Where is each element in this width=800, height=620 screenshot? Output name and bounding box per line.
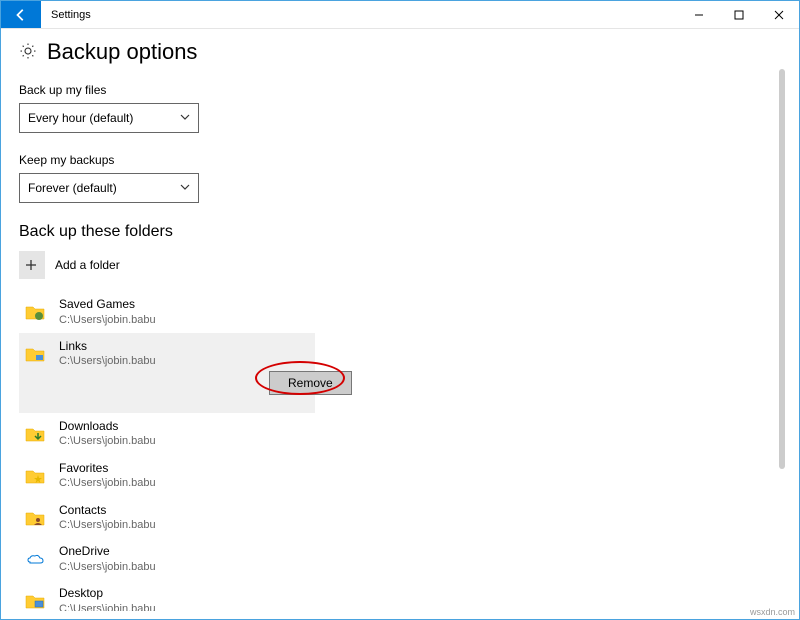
keep-backups-group: Keep my backups Forever (default)	[19, 153, 787, 203]
folder-icon	[23, 422, 47, 446]
folder-text: FavoritesC:\Users\jobin.babu	[59, 461, 156, 491]
chevron-down-icon	[180, 111, 190, 125]
gear-icon	[19, 42, 37, 63]
keep-backups-label: Keep my backups	[19, 153, 787, 167]
page-header: Backup options	[19, 39, 787, 65]
minimize-button[interactable]	[679, 1, 719, 28]
folder-path: C:\Users\jobin.babu	[59, 313, 156, 327]
folder-path: C:\Users\jobin.babu	[59, 434, 156, 448]
folder-list: Saved GamesC:\Users\jobin.babuLinksC:\Us…	[19, 291, 787, 611]
maximize-button[interactable]	[719, 1, 759, 28]
add-folder-button[interactable]	[19, 251, 45, 279]
add-folder-label: Add a folder	[55, 258, 120, 272]
folder-item[interactable]: DesktopC:\Users\jobin.babu	[19, 580, 315, 611]
folder-text: LinksC:\Users\jobin.babu	[59, 339, 156, 369]
folders-section-title: Back up these folders	[19, 223, 787, 241]
folder-text: OneDriveC:\Users\jobin.babu	[59, 544, 156, 574]
folder-text: Saved GamesC:\Users\jobin.babu	[59, 297, 156, 327]
folder-icon	[23, 464, 47, 488]
folder-path: C:\Users\jobin.babu	[59, 518, 156, 532]
scrollbar[interactable]	[779, 69, 785, 469]
folder-name: OneDrive	[59, 544, 156, 560]
folder-name: Contacts	[59, 503, 156, 519]
folder-icon	[23, 506, 47, 530]
folder-name: Desktop	[59, 586, 156, 602]
content-area: Backup options Back up my files Every ho…	[19, 39, 787, 611]
folder-path: C:\Users\jobin.babu	[59, 476, 156, 490]
folder-path: C:\Users\jobin.babu	[59, 354, 156, 368]
folder-item[interactable]: Saved GamesC:\Users\jobin.babu	[19, 291, 315, 333]
backup-frequency-value: Every hour (default)	[28, 111, 133, 125]
folder-item[interactable]: DownloadsC:\Users\jobin.babu	[19, 413, 315, 455]
folder-item[interactable]: ContactsC:\Users\jobin.babu	[19, 497, 315, 539]
keep-backups-dropdown[interactable]: Forever (default)	[19, 173, 199, 203]
titlebar: Settings	[1, 1, 799, 29]
folder-icon	[23, 547, 47, 571]
back-arrow-icon	[14, 8, 28, 22]
plus-icon	[24, 258, 38, 272]
window-controls	[679, 1, 799, 28]
page-title: Backup options	[47, 39, 197, 65]
folder-name: Downloads	[59, 419, 156, 435]
folder-item[interactable]: LinksC:\Users\jobin.babuRemove	[19, 333, 315, 413]
folder-icon	[23, 300, 47, 324]
folder-text: ContactsC:\Users\jobin.babu	[59, 503, 156, 533]
folder-path: C:\Users\jobin.babu	[59, 560, 156, 574]
folder-icon	[23, 342, 47, 366]
watermark: wsxdn.com	[750, 607, 795, 617]
close-button[interactable]	[759, 1, 799, 28]
folder-name: Links	[59, 339, 156, 355]
window-title: Settings	[41, 1, 101, 28]
folder-path: C:\Users\jobin.babu	[59, 602, 156, 611]
chevron-down-icon	[180, 181, 190, 195]
folder-icon	[23, 589, 47, 611]
backup-frequency-label: Back up my files	[19, 83, 787, 97]
backup-frequency-group: Back up my files Every hour (default)	[19, 83, 787, 133]
folder-item[interactable]: OneDriveC:\Users\jobin.babu	[19, 538, 315, 580]
remove-button[interactable]: Remove	[269, 371, 352, 395]
backup-frequency-dropdown[interactable]: Every hour (default)	[19, 103, 199, 133]
folder-name: Favorites	[59, 461, 156, 477]
keep-backups-value: Forever (default)	[28, 181, 117, 195]
folder-text: DownloadsC:\Users\jobin.babu	[59, 419, 156, 449]
folder-name: Saved Games	[59, 297, 156, 313]
back-button[interactable]	[1, 1, 41, 28]
add-folder-row[interactable]: Add a folder	[19, 251, 787, 279]
folder-item[interactable]: FavoritesC:\Users\jobin.babu	[19, 455, 315, 497]
folder-text: DesktopC:\Users\jobin.babu	[59, 586, 156, 611]
